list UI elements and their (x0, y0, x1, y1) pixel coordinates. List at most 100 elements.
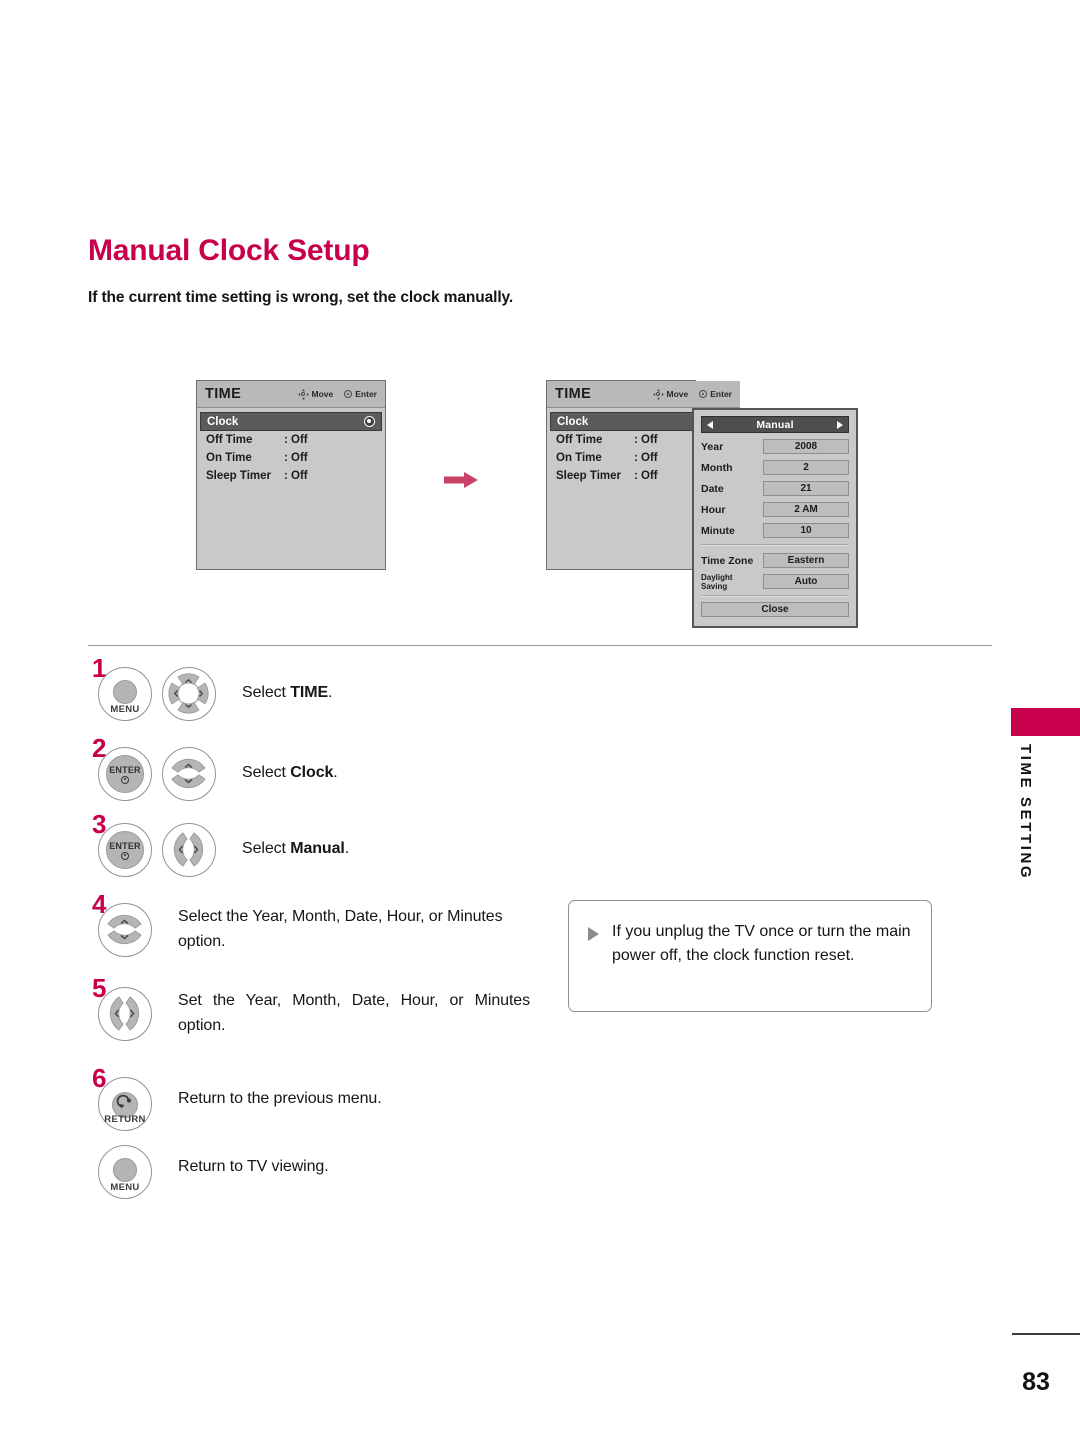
up-down-arrows-icon (107, 914, 142, 945)
step-5: 5 Set the Year, Month, Date, Hour, or Mi… (92, 975, 530, 1041)
selected-indicator-icon (364, 416, 375, 427)
page-title: Manual Clock Setup (88, 234, 370, 267)
osd-row-label: Off Time (206, 434, 253, 446)
osd-row-sleep-timer[interactable]: Sleep Timer : Off (550, 467, 692, 485)
manual-clock-dialog: Manual Year 2008 Month 2 Date 21 Hour 2 … (692, 408, 858, 628)
section-divider (88, 645, 992, 646)
step-4-text: Select the Year, Month, Date, Hour, or M… (178, 908, 503, 950)
field-time-zone[interactable]: Time Zone Eastern (701, 551, 849, 570)
side-tab-label: TIME SETTING (1017, 744, 1034, 881)
hint-enter-label: Enter (355, 389, 377, 399)
hint-move-label: Move (666, 389, 689, 399)
enter-dot-icon (121, 775, 129, 784)
field-value[interactable]: 2 (763, 460, 849, 475)
menu-knob-icon (113, 680, 137, 704)
step-2-text-bold: Clock (290, 764, 334, 781)
footer-rule (1012, 1333, 1080, 1335)
field-value[interactable]: 10 (763, 523, 849, 538)
osd-row-value: : Off (634, 434, 658, 446)
osd-row-value: : Off (634, 452, 658, 464)
flow-arrow-icon (444, 472, 478, 488)
up-down-button[interactable] (98, 903, 152, 957)
menu-button-label: MENU (110, 704, 140, 715)
step-2: 2 ENTER Select Clock. (92, 735, 492, 801)
manual-dialog-header: Manual (701, 416, 849, 433)
field-label: Date (701, 482, 724, 495)
step-2-text: Select Clock. (242, 760, 492, 785)
osd-header: TIME Move Enter (547, 381, 740, 408)
field-label: Hour (701, 503, 726, 516)
up-down-arrows-icon (171, 758, 206, 789)
osd-row-label: On Time (556, 452, 602, 464)
hint-enter: Enter (699, 389, 732, 399)
note-text: If you unplug the TV once or turn the ma… (612, 923, 911, 964)
field-month[interactable]: Month 2 (701, 458, 849, 477)
step-3-text: Select Manual. (242, 836, 492, 861)
hint-enter: Enter (344, 389, 377, 399)
menu-button[interactable]: MENU (98, 667, 152, 721)
osd-row-clock[interactable]: Clock (200, 412, 382, 431)
osd-header: TIME Move Enter (197, 381, 385, 408)
enter-dot-icon (121, 851, 129, 860)
field-value[interactable]: 2 AM (763, 502, 849, 517)
up-down-button[interactable] (162, 747, 216, 801)
enter-knob-icon: ENTER (106, 755, 144, 793)
osd-row-value: : Off (284, 470, 308, 482)
menu-button-label: MENU (110, 1182, 140, 1193)
enter-button[interactable]: ENTER (98, 823, 152, 877)
hint-move-label: Move (311, 389, 334, 399)
osd-row-off-time[interactable]: Off Time : Off (550, 431, 692, 449)
field-label: Minute (701, 524, 735, 537)
step-1-text-bold: TIME (290, 684, 329, 701)
field-value[interactable]: 2008 (763, 439, 849, 454)
prev-arrow-icon[interactable] (707, 420, 713, 429)
menu-button[interactable]: MENU (98, 1145, 152, 1199)
field-minute[interactable]: Minute 10 (701, 521, 849, 540)
osd-row-value: : Off (284, 452, 308, 464)
four-way-nav-button[interactable] (162, 667, 216, 721)
field-hour[interactable]: Hour 2 AM (701, 500, 849, 519)
osd-row-sleep-timer[interactable]: Sleep Timer : Off (200, 467, 382, 485)
osd-row-label: Clock (207, 415, 239, 428)
step-5-text: Set the Year, Month, Date, Hour, or Minu… (178, 992, 530, 1034)
enter-knob-icon: ENTER (106, 831, 144, 869)
field-year[interactable]: Year 2008 (701, 437, 849, 456)
field-label: Daylight Saving (701, 572, 733, 591)
manual-page: Manual Clock Setup If the current time s… (0, 0, 1080, 1439)
field-value[interactable]: 21 (763, 481, 849, 496)
close-button[interactable]: Close (701, 602, 849, 617)
left-right-button[interactable] (98, 987, 152, 1041)
next-arrow-icon[interactable] (837, 420, 843, 429)
left-right-button[interactable] (162, 823, 216, 877)
field-value[interactable]: Eastern (763, 553, 849, 568)
enter-dot-icon (344, 390, 353, 398)
osd-row-value: : Off (284, 434, 308, 446)
osd-body: Clock Off Time : Off On Time : Off Sleep… (547, 408, 740, 485)
return-button[interactable]: RETURN (98, 1077, 152, 1131)
enter-button-label: ENTER (109, 764, 141, 775)
step-2-text-plain: Select (242, 764, 291, 781)
divider (701, 595, 849, 597)
osd-row-on-time[interactable]: On Time : Off (550, 449, 692, 467)
osd-row-label: Off Time (556, 434, 603, 446)
enter-button[interactable]: ENTER (98, 747, 152, 801)
manual-dialog-title: Manual (756, 418, 794, 431)
left-right-arrows-icon (173, 832, 204, 867)
step-6-text: Return to the previous menu. (178, 1090, 382, 1107)
step-return-to-tv-text: Return to TV viewing. (178, 1158, 329, 1175)
osd-title: TIME (205, 386, 242, 402)
step-4: 4 Select the Year, Month, Date, Hour, or… (92, 891, 530, 957)
four-way-nav-icon (168, 673, 209, 714)
osd-row-label: Clock (557, 415, 589, 428)
osd-row-label: Sleep Timer (206, 470, 271, 482)
field-value[interactable]: Auto (763, 574, 849, 589)
enter-dot-icon (699, 390, 708, 398)
field-daylight-saving[interactable]: Daylight Saving Auto (701, 572, 849, 591)
osd-row-off-time[interactable]: Off Time : Off (200, 431, 382, 449)
hint-move: Move (652, 388, 689, 400)
osd-row-on-time[interactable]: On Time : Off (200, 449, 382, 467)
osd-time-menu-before: TIME Move Enter Clock Off Time: Off On … (196, 380, 386, 570)
left-right-arrows-icon (109, 996, 140, 1031)
field-date[interactable]: Date 21 (701, 479, 849, 498)
hint-move: Move (297, 388, 334, 400)
